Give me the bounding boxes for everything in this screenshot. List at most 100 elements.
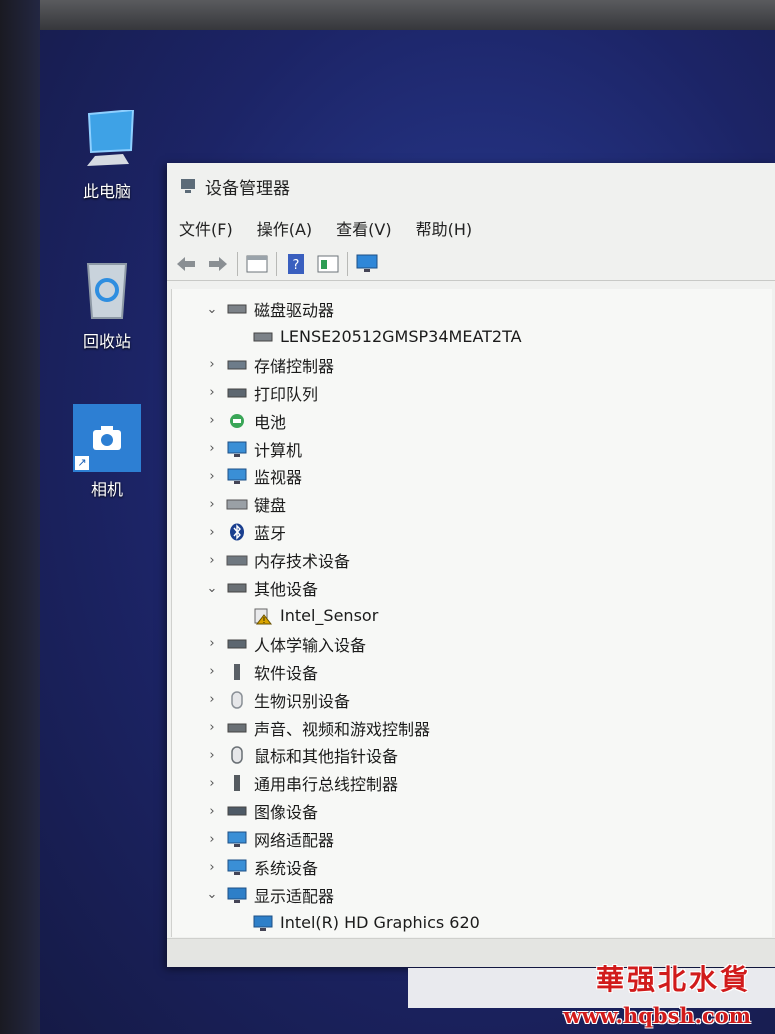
chevron-right-icon[interactable]: ›: [202, 692, 222, 707]
tree-category-item[interactable]: › 通用串行总线控制器: [202, 769, 398, 797]
tree-category-item[interactable]: › 系统设备: [202, 853, 318, 881]
tree-category-item[interactable]: ⌄ 磁盘驱动器: [202, 295, 334, 323]
tree-category-item[interactable]: › 打印队列: [202, 379, 318, 407]
tree-category-item[interactable]: › 网络适配器: [202, 825, 334, 853]
memory-icon: [226, 555, 248, 566]
forward-button[interactable]: [205, 251, 231, 277]
chevron-right-icon[interactable]: ›: [202, 413, 222, 428]
forward-icon: [209, 256, 227, 271]
tree-item-label: 系统设备: [254, 859, 319, 878]
tree-device-item[interactable]: LENSE20512GMSP34MEAT2TA: [220, 323, 522, 351]
chevron-right-icon[interactable]: ›: [202, 860, 222, 875]
chevron-right-icon[interactable]: ›: [202, 441, 222, 456]
monitor-icon: [356, 254, 378, 272]
menu-bar: 文件(F) 操作(A) 查看(V) 帮助(H): [167, 213, 775, 243]
camera-tile: ↗: [73, 404, 141, 472]
scan-hardware-button[interactable]: [354, 251, 380, 277]
tree-item-label: 其他设备: [254, 580, 319, 599]
desktop-icon-camera[interactable]: ↗ 相机: [62, 404, 152, 500]
tree-category-item[interactable]: › 图像设备: [202, 797, 318, 825]
recycle-bin-icon: [86, 263, 128, 319]
menu-action[interactable]: 操作(A): [257, 216, 312, 240]
tree-item-label: 磁盘驱动器: [254, 301, 335, 320]
bluetooth-icon: [230, 523, 244, 541]
tree-category-item[interactable]: › 计算机: [202, 435, 302, 463]
device-tree: ⌄ 磁盘驱动器 LENSE20512GMSP34MEAT2TA › 存储控制器 › 打印队列…: [171, 289, 772, 937]
chevron-right-icon[interactable]: ›: [202, 385, 222, 400]
tree-category-item[interactable]: ⌄ 显示适配器: [202, 881, 334, 909]
properties-button[interactable]: [244, 251, 270, 277]
tree-category-item[interactable]: › 存储控制器: [202, 351, 334, 379]
desktop-icon-label: 回收站: [82, 332, 131, 351]
tree-item-label: 图像设备: [254, 803, 319, 823]
toolbar-separator: [276, 251, 277, 276]
properties-icon: [246, 255, 268, 272]
network-icon: [227, 831, 247, 848]
tree-device-item[interactable]: ! Intel_Sensor: [220, 602, 378, 630]
tree-category-item[interactable]: ⌄ 其他设备: [202, 574, 318, 602]
view-button[interactable]: [315, 251, 341, 277]
chevron-right-icon[interactable]: ›: [202, 525, 222, 540]
tree-category-item[interactable]: › 内存技术设备: [202, 546, 350, 574]
tree-category-item[interactable]: › 软件设备: [202, 658, 318, 686]
mouse-icon: [231, 746, 243, 765]
chevron-right-icon[interactable]: ›: [202, 553, 222, 568]
shortcut-arrow-icon: ↗: [75, 456, 89, 470]
tree-item-label: 内存技术设备: [254, 552, 351, 572]
svg-text:!: !: [262, 616, 265, 625]
toolbar-separator: [237, 251, 238, 276]
display-adapter-icon: [253, 915, 273, 931]
chevron-right-icon[interactable]: ›: [202, 664, 222, 679]
keyboard-icon: [226, 499, 248, 510]
tree-category-item[interactable]: › 声音、视频和游戏控制器: [202, 714, 430, 742]
chevron-right-icon[interactable]: ›: [202, 357, 222, 372]
desktop-icon-recycle-bin[interactable]: 回收站: [62, 258, 152, 352]
tree-item-label: 生物识别设备: [254, 691, 351, 711]
tree-device-item[interactable]: Intel(R) HD Graphics 620: [220, 909, 480, 937]
menu-file[interactable]: 文件(F): [179, 216, 233, 240]
desktop-icon-label: 此电脑: [82, 182, 131, 201]
tree-category-item[interactable]: › 鼠标和其他指针设备: [202, 741, 398, 769]
menu-view[interactable]: 查看(V): [336, 216, 391, 240]
watermark-url: www.hqbsh.com: [563, 1003, 751, 1028]
tree-item-label: 蓝牙: [254, 524, 287, 544]
device-manager-icon: [181, 179, 195, 193]
desktop-icon-this-pc[interactable]: 此电脑: [62, 108, 152, 202]
view-icon: [317, 255, 339, 272]
tree-category-item[interactable]: › 生物识别设备: [202, 686, 350, 714]
toolbar-separator: [347, 251, 348, 276]
chevron-right-icon[interactable]: ›: [202, 720, 222, 735]
chevron-right-icon[interactable]: ›: [202, 748, 222, 763]
storage-controller-icon: [227, 360, 247, 370]
chevron-right-icon[interactable]: ›: [202, 469, 222, 484]
battery-icon: [230, 413, 244, 428]
tree-category-item[interactable]: › 电池: [202, 407, 286, 435]
monitor-icon: [227, 468, 247, 485]
tree-category-item[interactable]: › 键盘: [202, 490, 286, 518]
display-adapter-icon: [227, 887, 247, 903]
chevron-right-icon[interactable]: ›: [202, 497, 222, 512]
tree-item-label: 人体学输入设备: [254, 635, 367, 655]
chevron-right-icon[interactable]: ›: [202, 636, 222, 651]
chevron-down-icon[interactable]: ⌄: [202, 887, 222, 902]
chevron-right-icon[interactable]: ›: [202, 776, 222, 791]
fingerprint-icon: [231, 690, 243, 709]
tree-category-item[interactable]: › 蓝牙: [202, 518, 286, 546]
tree-item-label: 通用串行总线控制器: [254, 775, 399, 795]
tree-category-item[interactable]: › 监视器: [202, 462, 302, 490]
chevron-down-icon[interactable]: ⌄: [202, 302, 222, 317]
chevron-down-icon[interactable]: ⌄: [202, 581, 222, 596]
menu-help[interactable]: 帮助(H): [416, 216, 473, 240]
back-icon: [177, 256, 195, 271]
tree-category-item[interactable]: › 人体学输入设备: [202, 630, 366, 658]
chevron-right-icon[interactable]: ›: [202, 804, 222, 819]
tree-item-label: 网络适配器: [254, 831, 335, 851]
title-bar[interactable]: 设备管理器: [167, 163, 775, 209]
chevron-right-icon[interactable]: ›: [202, 832, 222, 847]
computer-icon: [227, 441, 247, 457]
help-button[interactable]: ?: [283, 251, 309, 277]
warning-device-icon: !: [254, 608, 273, 625]
svg-text:?: ?: [293, 258, 300, 273]
screen-bezel-left: [0, 0, 40, 1034]
back-button[interactable]: [173, 251, 199, 277]
